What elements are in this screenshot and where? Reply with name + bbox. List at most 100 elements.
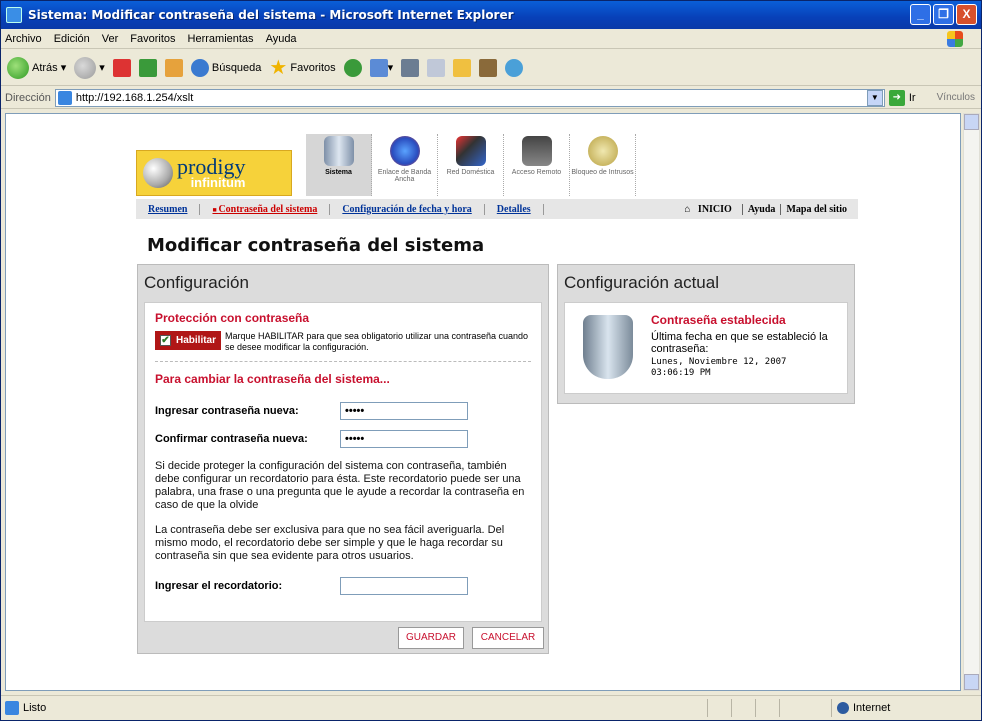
- edit-icon[interactable]: [427, 58, 446, 77]
- nav-enlace[interactable]: Enlace de Banda Ancha: [372, 134, 438, 196]
- nav-bloqueo-label: Bloqueo de Intrusos: [571, 169, 634, 176]
- broadband-icon: [389, 136, 420, 166]
- nav-enlace-label: Enlace de Banda Ancha: [377, 169, 432, 183]
- menu-edicion[interactable]: Edición: [54, 33, 90, 45]
- remote-access-icon: [521, 136, 552, 166]
- subnav-resumen[interactable]: Resumen: [136, 203, 201, 215]
- nav-red[interactable]: Red Doméstica: [438, 134, 504, 196]
- toolbar: Atrás ▾ ▾ Búsqueda ★ Favoritos ▾: [1, 50, 981, 86]
- confirm-password-input[interactable]: •••••: [340, 430, 468, 448]
- config-inner: Protección con contraseña ✔ Habilitar Ma…: [144, 302, 542, 622]
- config-panel: Configuración Protección con contraseña …: [137, 264, 549, 654]
- history-icon[interactable]: [343, 58, 362, 77]
- favorites-button[interactable]: ★ Favoritos: [269, 55, 335, 80]
- save-button[interactable]: GUARDAR: [398, 627, 464, 649]
- address-dropdown-icon[interactable]: ▼: [866, 89, 883, 106]
- menu-bar: Archivo Edición Ver Favoritos Herramient…: [1, 29, 981, 49]
- back-label: Atrás: [32, 61, 58, 74]
- status-page-icon: [5, 700, 19, 715]
- subnav-detalles[interactable]: Detalles: [485, 203, 544, 215]
- go-arrow-icon: ➜: [888, 89, 905, 106]
- menu-herramientas[interactable]: Herramientas: [188, 33, 254, 45]
- home-link[interactable]: ⌂ INICIO: [679, 204, 741, 215]
- menu-ayuda[interactable]: Ayuda: [266, 33, 297, 45]
- menu-ver[interactable]: Ver: [102, 33, 119, 45]
- system-lock-icon: [583, 315, 633, 379]
- config-panel-title: Configuración: [144, 273, 249, 292]
- links-button[interactable]: Vínculos: [937, 92, 975, 103]
- current-inner: Contraseña establecida Última fecha en q…: [564, 302, 848, 394]
- status-divider: [755, 699, 756, 717]
- last-set-date: Lunes, Noviembre 12, 2007: [651, 357, 787, 367]
- new-password-input[interactable]: •••••: [340, 402, 468, 420]
- menu-favoritos[interactable]: Favoritos: [130, 33, 175, 45]
- home-icon[interactable]: [164, 58, 183, 77]
- status-divider: [707, 699, 708, 717]
- ie-icon: [6, 7, 22, 23]
- security-zone: Internet: [837, 701, 891, 714]
- subnav-fecha-hora[interactable]: Configuración de fecha y hora: [330, 203, 485, 215]
- status-divider: [831, 699, 832, 717]
- sitemap-link[interactable]: Mapa del sitio: [780, 203, 852, 215]
- mail-icon[interactable]: [369, 58, 388, 77]
- status-bar: Listo Internet: [1, 695, 981, 719]
- messenger-icon[interactable]: [505, 58, 524, 77]
- reminder-input[interactable]: [340, 577, 468, 595]
- vertical-scrollbar[interactable]: [963, 113, 980, 691]
- scroll-down-icon[interactable]: [964, 674, 979, 690]
- nav-bloqueo[interactable]: Bloqueo de Intrusos: [570, 134, 636, 196]
- address-label: Dirección: [5, 91, 51, 104]
- nav-acceso[interactable]: Acceso Remoto: [504, 134, 570, 196]
- change-heading: Para cambiar la contraseña del sistema..…: [155, 372, 390, 386]
- cancel-button[interactable]: CANCELAR: [472, 627, 544, 649]
- enable-checkbox[interactable]: ✔ Habilitar: [155, 331, 222, 350]
- research-icon[interactable]: [479, 58, 498, 77]
- back-arrow-icon: [7, 56, 29, 79]
- logo-globe-icon: [143, 158, 173, 188]
- divider: [155, 361, 531, 362]
- search-button[interactable]: Búsqueda: [190, 58, 261, 77]
- padlock-icon: [587, 136, 618, 166]
- nav-sistema-label: Sistema: [325, 169, 352, 176]
- zone-label: Internet: [853, 701, 891, 714]
- status-divider: [779, 699, 780, 717]
- browser-window: Sistema: Modificar contraseña del sistem…: [0, 0, 982, 721]
- sub-navigation: Resumen Contraseña del sistema Configura…: [136, 199, 858, 219]
- favorites-label: Favoritos: [290, 61, 336, 74]
- scroll-up-icon[interactable]: [964, 114, 979, 130]
- prodigy-logo: prodigy infinitum: [136, 150, 292, 196]
- close-button[interactable]: X: [956, 4, 977, 25]
- minimize-button[interactable]: _: [910, 4, 931, 25]
- current-config-panel: Configuración actual Contraseña establec…: [557, 264, 855, 404]
- folder-icon[interactable]: [453, 58, 472, 77]
- star-icon: ★: [269, 57, 288, 79]
- last-set-label: Última fecha en que se estableció la con…: [651, 331, 828, 355]
- internet-globe-icon: [837, 701, 849, 714]
- menu-archivo[interactable]: Archivo: [5, 33, 42, 45]
- window-title: Sistema: Modificar contraseña del sistem…: [28, 8, 514, 22]
- checkmark-icon: ✔: [160, 335, 171, 346]
- help-link[interactable]: Ayuda: [741, 203, 781, 215]
- refresh-icon[interactable]: [138, 58, 157, 77]
- address-input[interactable]: http://192.168.1.254/xslt: [54, 88, 885, 107]
- back-button[interactable]: Atrás ▾: [7, 56, 66, 79]
- protection-heading: Protección con contraseña: [155, 311, 310, 325]
- system-icon: [323, 136, 354, 166]
- address-bar: Dirección http://192.168.1.254/xslt ▼ ➜ …: [1, 87, 981, 109]
- new-password-label: Ingresar contraseña nueva:: [155, 405, 299, 417]
- enable-help: Marque HABILITAR para que sea obligatori…: [225, 331, 529, 352]
- go-button[interactable]: ➜ Ir: [888, 89, 916, 106]
- forward-button[interactable]: ▾: [74, 56, 105, 79]
- nav-sistema[interactable]: Sistema: [306, 134, 372, 196]
- stop-icon[interactable]: [112, 58, 131, 77]
- reminder-explanation: Si decide proteger la configuración del …: [155, 460, 525, 511]
- subnav-contrasena[interactable]: Contraseña del sistema: [200, 203, 331, 215]
- address-url: http://192.168.1.254/xslt: [75, 91, 194, 104]
- title-bar: Sistema: Modificar contraseña del sistem…: [1, 1, 981, 29]
- home-link-label: INICIO: [697, 203, 732, 215]
- home-network-icon: [455, 136, 486, 166]
- print-icon[interactable]: [401, 58, 420, 77]
- page-title: Modificar contraseña del sistema: [147, 235, 485, 256]
- maximize-button[interactable]: ❐: [933, 4, 954, 25]
- router-header: prodigy infinitum Sistema Enlace de Banda…: [136, 134, 636, 196]
